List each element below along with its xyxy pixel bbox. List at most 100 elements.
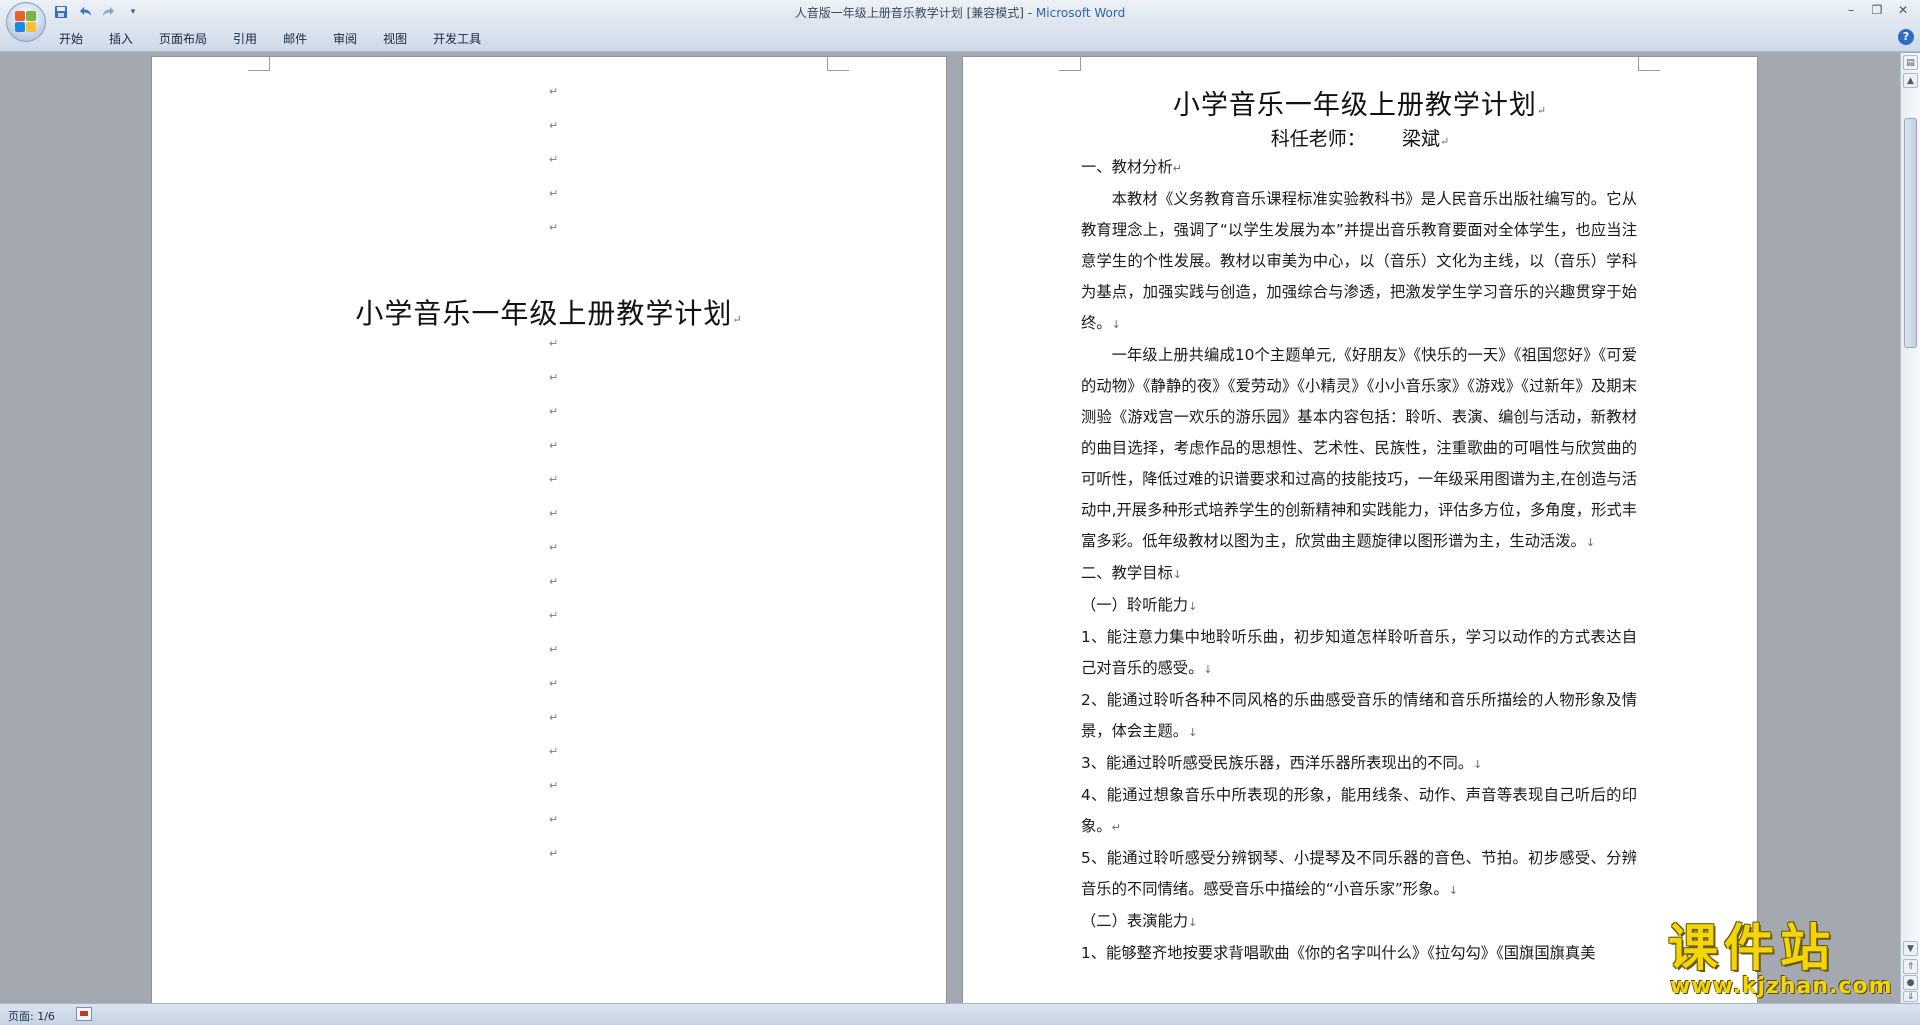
vertical-scrollbar[interactable]: ▤ ▲ ▼ ⇑ ● ⇓ bbox=[1900, 53, 1920, 1003]
paragraph-mark: ↵ bbox=[1172, 162, 1183, 175]
empty-paragraph-mark: ↵ bbox=[549, 711, 559, 724]
paragraph-mark: ↵ bbox=[1536, 104, 1548, 117]
paragraph-mark: ↓ bbox=[1188, 916, 1198, 929]
empty-paragraph-mark: ↵ bbox=[549, 337, 559, 350]
scroll-down-icon[interactable]: ▼ bbox=[1903, 941, 1918, 956]
empty-paragraph-mark: ↵ bbox=[549, 119, 559, 132]
window-controls: – ❐ ✕ bbox=[1838, 0, 1916, 22]
tab-home[interactable]: 开始 bbox=[46, 29, 96, 49]
paragraph-text: 2、能通过聆听各种不同风格的乐曲感受音乐的情绪和音乐所描绘的人物形象及情景，体会… bbox=[1081, 691, 1637, 740]
paragraph-mark: ↓ bbox=[1111, 318, 1121, 331]
next-page-icon[interactable]: ⇓ bbox=[1903, 991, 1918, 1002]
minimize-icon[interactable]: – bbox=[1838, 0, 1864, 20]
empty-paragraph-mark: ↵ bbox=[549, 405, 559, 418]
office-button[interactable] bbox=[6, 2, 46, 42]
paragraph-mark: ↓ bbox=[1448, 884, 1458, 897]
empty-paragraph-mark: ↵ bbox=[549, 745, 559, 758]
paragraph-text: 5、能通过聆听感受分辨钢琴、小提琴及不同乐器的音色、节拍。初步感受、分辨音乐的不… bbox=[1081, 849, 1637, 898]
page-title: 小学音乐一年级上册教学计划↵ bbox=[152, 292, 946, 332]
app-name: Microsoft Word bbox=[1035, 6, 1126, 20]
empty-paragraph-mark: ↵ bbox=[549, 85, 559, 98]
paragraph-text: 3、能通过聆听感受民族乐器，西洋乐器所表现出的不同。 bbox=[1081, 754, 1474, 772]
empty-paragraph-mark: ↵ bbox=[549, 677, 559, 690]
watermark-logo: 课件站 www.kjzhan.com bbox=[1668, 922, 1898, 1002]
empty-paragraph-mark: ↵ bbox=[549, 371, 559, 384]
title-bar: ▾ 人音版一年级上册音乐教学计划 [兼容模式] - Microsoft Word… bbox=[0, 0, 1920, 24]
paragraph-text: 1、能够整齐地按要求背唱歌曲《你的名字叫什么》《拉勾勾》《国旗国旗真美 bbox=[1081, 944, 1596, 962]
proofing-icon[interactable] bbox=[76, 1007, 92, 1021]
empty-paragraph-mark: ↵ bbox=[549, 847, 559, 860]
teacher-text: 科任老师： 梁斌 bbox=[1270, 128, 1441, 150]
tab-page-layout[interactable]: 页面布局 bbox=[146, 29, 220, 49]
body-paragraph: 5、能通过聆听感受分辨钢琴、小提琴及不同乐器的音色、节拍。初步感受、分辨音乐的不… bbox=[1081, 843, 1637, 906]
page-title: 小学音乐一年级上册教学计划↵ bbox=[963, 83, 1757, 122]
empty-paragraph-mark: ↵ bbox=[549, 153, 559, 166]
page-indicator[interactable]: 页面: 1/6 bbox=[8, 1008, 55, 1024]
office-logo-icon bbox=[15, 11, 37, 33]
empty-paragraph-mark: ↵ bbox=[549, 473, 559, 486]
body-paragraph: 3、能通过聆听感受民族乐器，西洋乐器所表现出的不同。↓ bbox=[1081, 748, 1637, 780]
body-paragraph: 1、能注意力集中地聆听乐曲，初步知道怎样聆听音乐，学习以动作的方式表达自己对音乐… bbox=[1081, 622, 1637, 685]
empty-paragraph-mark: ↵ bbox=[549, 541, 559, 554]
paragraph-text: 本教材《义务教育音乐课程标准实验教科书》是人民音乐出版社编写的。它从教育理念上，… bbox=[1081, 190, 1637, 332]
tab-developer[interactable]: 开发工具 bbox=[420, 29, 494, 49]
tab-mailings[interactable]: 邮件 bbox=[270, 29, 320, 49]
status-bar: 页面: 1/6 bbox=[0, 1003, 1920, 1025]
body-paragraph: 2、能通过聆听各种不同风格的乐曲感受音乐的情绪和音乐所描绘的人物形象及情景，体会… bbox=[1081, 685, 1637, 748]
ribbon-tabs: 开始 插入 页面布局 引用 邮件 审阅 视图 开发工具 bbox=[46, 29, 494, 49]
paragraph-text: 一、教材分析 bbox=[1081, 158, 1173, 176]
paragraph-mark: ↓ bbox=[1188, 726, 1198, 739]
paragraph-text: 一年级上册共编成10个主题单元,《好朋友》《快乐的一天》《祖国您好》《可爱的动物… bbox=[1081, 346, 1637, 550]
crop-mark bbox=[827, 57, 849, 71]
restore-icon[interactable]: ❐ bbox=[1864, 0, 1890, 20]
body-paragraph: 1、能够整齐地按要求背唱歌曲《你的名字叫什么》《拉勾勾》《国旗国旗真美 bbox=[1081, 938, 1637, 970]
empty-paragraph-mark: ↵ bbox=[549, 439, 559, 452]
browse-object-icon[interactable]: ● bbox=[1903, 975, 1918, 990]
empty-paragraph-mark: ↵ bbox=[549, 507, 559, 520]
title-text: 小学音乐一年级上册教学计划 bbox=[355, 297, 733, 330]
watermark-main: 课件站 bbox=[1668, 919, 1836, 977]
teacher-line: 科任老师： 梁斌↵ bbox=[963, 124, 1757, 151]
document-title: 人音版一年级上册音乐教学计划 [兼容模式] - bbox=[794, 6, 1036, 20]
tab-view[interactable]: 视图 bbox=[370, 29, 420, 49]
empty-paragraph-mark: ↵ bbox=[549, 609, 559, 622]
scrollbar-thumb[interactable] bbox=[1904, 118, 1917, 348]
tab-review[interactable]: 审阅 bbox=[320, 29, 370, 49]
document-body[interactable]: 一、教材分析↵ 本教材《义务教育音乐课程标准实验教科书》是人民音乐出版社编写的。它… bbox=[1081, 152, 1637, 970]
page-1[interactable]: ↵ ↵ ↵ ↵ ↵ ↵ ↵ ↵ ↵ ↵ ↵ ↵ ↵ ↵ ↵ ↵ ↵ ↵ ↵ ↵ ↵ 小学音乐一年级上册教学计划↵ bbox=[152, 57, 946, 1003]
paragraph-mark: ↓ bbox=[1172, 568, 1183, 581]
paragraph-mark: ↵ bbox=[1111, 821, 1121, 834]
ribbon: 开始 插入 页面布局 引用 邮件 审阅 视图 开发工具 ? bbox=[0, 24, 1920, 52]
close-icon[interactable]: ✕ bbox=[1890, 0, 1916, 20]
paragraph-text: 二、教学目标 bbox=[1081, 564, 1173, 582]
help-icon[interactable]: ? bbox=[1898, 29, 1914, 45]
body-paragraph: （二）表演能力↓ bbox=[1081, 906, 1637, 938]
paragraph-text: 1、能注意力集中地聆听乐曲，初步知道怎样聆听音乐，学习以动作的方式表达自己对音乐… bbox=[1081, 628, 1637, 677]
tab-references[interactable]: 引用 bbox=[220, 29, 270, 49]
empty-paragraph-mark: ↵ bbox=[549, 187, 559, 200]
empty-paragraph-mark: ↵ bbox=[549, 575, 559, 588]
window-title: 人音版一年级上册音乐教学计划 [兼容模式] - Microsoft Word bbox=[0, 4, 1920, 21]
watermark-url: www.kjzhan.com bbox=[1670, 974, 1893, 999]
empty-paragraph-mark: ↵ bbox=[549, 221, 559, 234]
crop-mark bbox=[1638, 57, 1660, 71]
body-paragraph: （一）聆听能力↓ bbox=[1081, 590, 1637, 622]
scroll-up-icon[interactable]: ▲ bbox=[1903, 73, 1918, 88]
body-paragraph: 本教材《义务教育音乐课程标准实验教科书》是人民音乐出版社编写的。它从教育理念上，… bbox=[1081, 184, 1637, 340]
crop-mark bbox=[248, 57, 270, 71]
body-paragraph: 二、教学目标↓ bbox=[1081, 558, 1637, 590]
paragraph-mark: ↵ bbox=[732, 313, 743, 326]
paragraph-mark: ↓ bbox=[1585, 536, 1596, 549]
paragraph-text: （二）表演能力 bbox=[1081, 912, 1189, 930]
title-text: 小学音乐一年级上册教学计划 bbox=[1172, 90, 1537, 121]
paragraph-mark: ↓ bbox=[1203, 663, 1213, 676]
body-paragraph: 4、能通过想象音乐中所表现的形象，能用线条、动作、声音等表现自己听后的印象。↵ bbox=[1081, 780, 1637, 843]
body-paragraph: 一年级上册共编成10个主题单元,《好朋友》《快乐的一天》《祖国您好》《可爱的动物… bbox=[1081, 340, 1637, 558]
tab-insert[interactable]: 插入 bbox=[96, 29, 146, 49]
paragraph-text: 4、能通过想象音乐中所表现的形象，能用线条、动作、声音等表现自己听后的印象。 bbox=[1081, 786, 1637, 835]
previous-page-icon[interactable]: ⇑ bbox=[1903, 959, 1918, 974]
ruler-toggle-icon[interactable]: ▤ bbox=[1903, 55, 1918, 70]
document-area[interactable]: ↵ ↵ ↵ ↵ ↵ ↵ ↵ ↵ ↵ ↵ ↵ ↵ ↵ ↵ ↵ ↵ ↵ ↵ ↵ ↵ ↵ 小学音乐一年级上册教学计划↵ 小学音… bbox=[0, 53, 1900, 1003]
page-2[interactable]: 小学音乐一年级上册教学计划↵ 科任老师： 梁斌↵ 一、教材分析↵ 本教材《义务教育… bbox=[963, 57, 1757, 1003]
paragraph-text: （一）聆听能力 bbox=[1081, 596, 1189, 614]
